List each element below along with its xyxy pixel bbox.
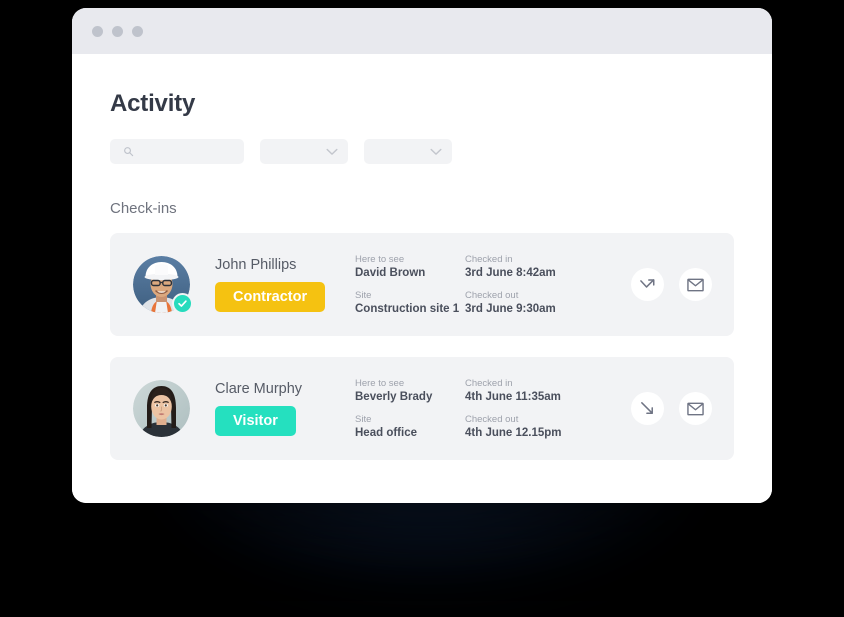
detail-column-times: Checked in 3rd June 8:42am Checked out 3… [465, 254, 579, 315]
screenshot-stage: Activity Check-ins John Phillips Contrac… [0, 0, 844, 617]
detail-value: 4th June 11:35am [465, 391, 561, 403]
detail-value: Head office [355, 427, 417, 439]
detail-checked-in: Checked in 4th June 11:35am [465, 378, 579, 403]
detail-value: 4th June 12.15pm [465, 427, 562, 439]
section-title-checkins: Check-ins [110, 200, 177, 217]
detail-label: Checked in [465, 378, 513, 389]
window-maximize-dot[interactable] [132, 25, 143, 37]
filter-bar [110, 139, 734, 164]
check-in-arrow-button[interactable] [631, 392, 664, 425]
detail-column-times: Checked in 4th June 11:35am Checked out … [465, 378, 579, 439]
card-actions [631, 392, 712, 425]
detail-site: Site Head office [355, 414, 465, 439]
person-identity: John Phillips Contractor [215, 257, 355, 312]
card-actions [631, 268, 712, 301]
role-badge: Contractor [215, 282, 326, 312]
search-icon [123, 146, 134, 157]
search-input[interactable] [134, 145, 244, 158]
avatar [133, 256, 193, 314]
detail-column-visit: Here to see David Brown Site Constructio… [355, 254, 465, 315]
window-titlebar [72, 8, 772, 54]
detail-checked-out: Checked out 4th June 12.15pm [465, 414, 579, 439]
detail-site: Site Construction site 1 [355, 290, 465, 315]
filter-dropdown-2[interactable] [364, 139, 452, 164]
detail-label: Checked in [465, 254, 513, 265]
person-name: John Phillips [215, 257, 297, 273]
page-title: Activity [110, 90, 196, 117]
detail-checked-in: Checked in 3rd June 8:42am [465, 254, 579, 279]
detail-checked-out: Checked out 3rd June 9:30am [465, 290, 579, 315]
avatar-woman [133, 380, 190, 437]
browser-window: Activity Check-ins John Phillips Contrac… [72, 8, 772, 503]
detail-label: Checked out [465, 414, 519, 425]
chevron-down-icon [430, 148, 442, 156]
checkin-details: Here to see Beverly Brady Site Head offi… [355, 378, 579, 439]
detail-label: Here to see [355, 254, 405, 265]
detail-value: David Brown [355, 267, 426, 279]
chevron-down-icon [326, 148, 338, 156]
detail-here-to-see: Here to see David Brown [355, 254, 465, 279]
role-badge: Visitor [215, 406, 296, 436]
detail-label: Here to see [355, 378, 405, 389]
message-button[interactable] [679, 392, 712, 425]
checkin-card[interactable]: John Phillips Contractor Here to see Dav… [110, 233, 734, 336]
check-out-arrow-button[interactable] [631, 268, 664, 301]
search-field[interactable] [110, 139, 244, 164]
detail-label: Checked out [465, 290, 519, 301]
check-in-arrow-icon [639, 400, 656, 417]
avatar [133, 380, 190, 437]
envelope-icon [687, 402, 704, 416]
detail-value: 3rd June 8:42am [465, 267, 556, 279]
verified-check-icon [172, 293, 193, 314]
checkin-details: Here to see David Brown Site Constructio… [355, 254, 579, 315]
page-content: Activity Check-ins John Phillips Contrac… [72, 54, 772, 503]
detail-value: 3rd June 9:30am [465, 303, 556, 315]
detail-value: Construction site 1 [355, 303, 460, 315]
person-identity: Clare Murphy Visitor [215, 381, 355, 436]
check-out-arrow-icon [639, 276, 656, 293]
detail-label: Site [355, 414, 372, 425]
envelope-icon [687, 278, 704, 292]
filter-dropdown-1[interactable] [260, 139, 348, 164]
detail-column-visit: Here to see Beverly Brady Site Head offi… [355, 378, 465, 439]
message-button[interactable] [679, 268, 712, 301]
checkin-card[interactable]: Clare Murphy Visitor Here to see Beverly… [110, 357, 734, 460]
window-close-dot[interactable] [92, 25, 103, 37]
detail-here-to-see: Here to see Beverly Brady [355, 378, 465, 403]
window-minimize-dot[interactable] [112, 25, 123, 37]
detail-value: Beverly Brady [355, 391, 433, 403]
person-name: Clare Murphy [215, 381, 303, 397]
detail-label: Site [355, 290, 372, 301]
